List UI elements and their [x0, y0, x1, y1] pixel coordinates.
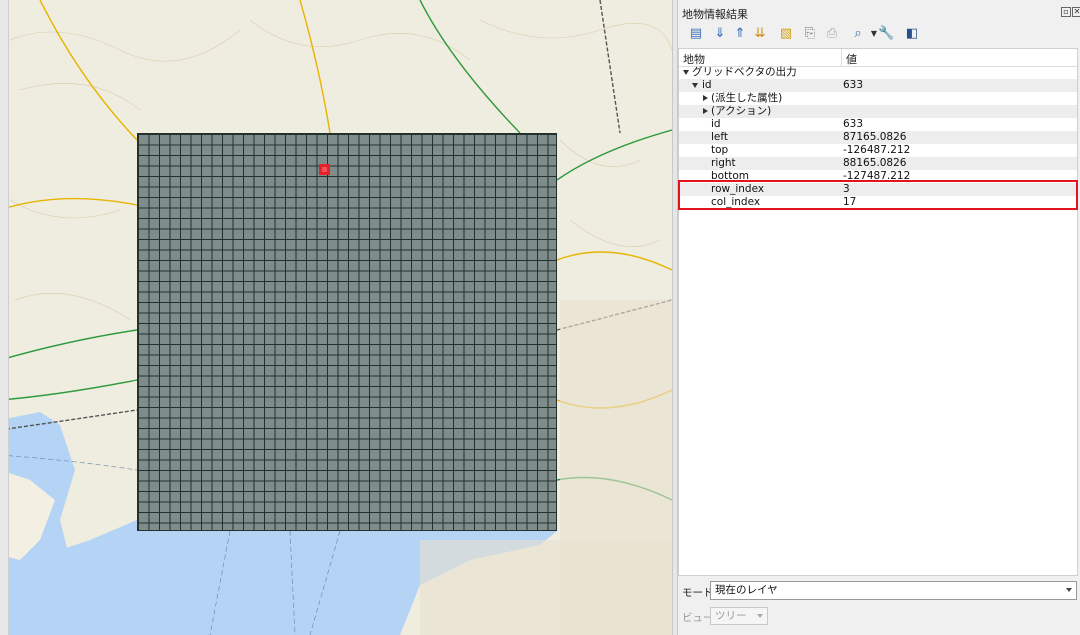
- attribute-value: -126487.212: [843, 144, 911, 156]
- collapse-arrow-icon[interactable]: [683, 70, 689, 75]
- expand-new-icon[interactable]: ⇊: [752, 26, 768, 42]
- print-icon[interactable]: ⎙: [824, 26, 840, 42]
- actions-node: (アクション): [711, 105, 772, 117]
- attribute-value: 88165.0826: [843, 157, 907, 169]
- map-left-edge: [0, 0, 9, 635]
- attribute-row[interactable]: right 88165.0826: [679, 157, 1077, 170]
- mode-select-value: 現在のレイヤ: [715, 584, 778, 596]
- expand-arrow-icon[interactable]: [703, 108, 708, 114]
- attribute-name: top: [711, 144, 729, 156]
- identify-select-icon[interactable]: ⌕: [850, 26, 866, 42]
- attribute-value: 87165.0826: [843, 131, 907, 143]
- copy-feature-icon[interactable]: ⎘: [802, 26, 818, 42]
- attribute-name: left: [711, 131, 729, 143]
- chevron-down-icon: [757, 614, 763, 618]
- feature-value: 633: [843, 79, 864, 91]
- clear-results-icon[interactable]: ▧: [778, 26, 794, 42]
- tree-row-layer[interactable]: グリッドベクタの出力: [679, 66, 1077, 79]
- chevron-down-icon: [1066, 588, 1072, 592]
- expand-arrow-icon[interactable]: [703, 95, 708, 101]
- vector-grid-layer[interactable]: [137, 133, 557, 531]
- tree-row-feature[interactable]: id 633: [679, 79, 1077, 92]
- view-select[interactable]: ツリー: [710, 607, 768, 625]
- attribute-row[interactable]: id 633: [679, 118, 1077, 131]
- feature-key: id: [702, 79, 712, 91]
- expand-all-icon[interactable]: ⇑: [732, 26, 748, 42]
- attribute-row[interactable]: top -126487.212: [679, 144, 1077, 157]
- mode-label: モード: [682, 587, 714, 599]
- attribute-name: right: [711, 157, 736, 169]
- map-canvas[interactable]: [0, 0, 672, 635]
- expand-tree-icon[interactable]: ▤: [688, 26, 704, 42]
- column-divider[interactable]: [841, 49, 842, 66]
- panel-title: 地物情報結果: [682, 8, 748, 21]
- view-select-value: ツリー: [715, 610, 747, 622]
- layer-name: グリッドベクタの出力: [692, 66, 797, 78]
- view-label: ビュー: [682, 612, 714, 624]
- tree-row-derived[interactable]: (派生した属性): [679, 92, 1077, 105]
- mode-select[interactable]: 現在のレイヤ: [710, 581, 1077, 600]
- derived-attributes: (派生した属性): [711, 92, 783, 104]
- collapse-all-icon[interactable]: ⇓: [712, 26, 728, 42]
- attribute-name: id: [711, 118, 721, 130]
- close-panel-icon[interactable]: ✕: [1072, 7, 1080, 17]
- tree-header: 地物 値: [679, 49, 1077, 67]
- identified-grid-cell[interactable]: [319, 164, 330, 175]
- help-icon[interactable]: ◧: [904, 26, 920, 42]
- attribute-value: 633: [843, 118, 864, 130]
- tree-row-actions[interactable]: (アクション): [679, 105, 1077, 118]
- column-feature[interactable]: 地物: [683, 51, 705, 67]
- annotation-highlight-box: [678, 180, 1078, 210]
- column-value[interactable]: 値: [846, 51, 857, 67]
- collapse-arrow-icon[interactable]: [692, 83, 698, 88]
- results-tree[interactable]: 地物 値 グリッドベクタの出力 id 633 (派生した属性) (アクション) …: [678, 48, 1078, 576]
- float-panel-icon[interactable]: ▫: [1061, 7, 1071, 17]
- attribute-row[interactable]: left 87165.0826: [679, 131, 1077, 144]
- identify-results-panel: 地物情報結果 ▫ ✕ ▤ ⇓ ⇑ ⇊ ▧ ⎘ ⎙ ⌕ ▼ 🔧 ◧ 地物 値 グリ…: [678, 0, 1080, 635]
- settings-wrench-icon[interactable]: 🔧: [878, 26, 894, 42]
